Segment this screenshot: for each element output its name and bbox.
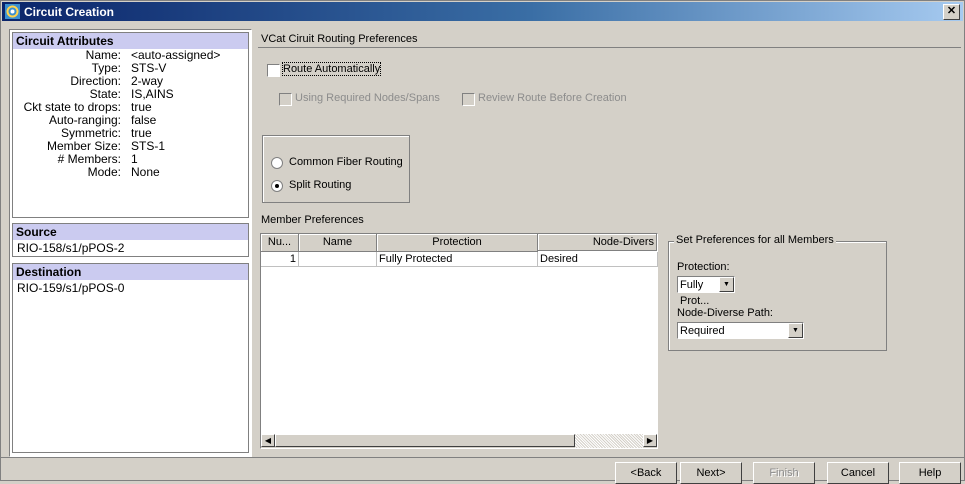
node-diverse-path-label: Node-Diverse Path:	[677, 307, 773, 319]
chevron-down-icon[interactable]: ▼	[719, 277, 734, 292]
route-automatically-label[interactable]: Route Automatically	[281, 62, 382, 76]
routing-preferences-header: VCat Ciruit Routing Preferences	[258, 33, 961, 48]
column-header-number[interactable]: Nu...	[261, 234, 299, 252]
circuit-attributes-heading: Circuit Attributes	[13, 33, 248, 49]
source-section: Source RIO-158/s1/pPOS-2	[12, 223, 249, 257]
scroll-left-icon[interactable]: ◀	[261, 434, 275, 447]
node-diverse-path-value: Required	[680, 325, 725, 337]
member-preferences-label: Member Preferences	[261, 214, 364, 226]
circuit-summary-pane: Circuit Attributes Name: <auto-assigned> T…	[9, 29, 252, 457]
using-required-checkbox[interactable]	[279, 93, 292, 106]
common-fiber-radio[interactable]	[271, 157, 283, 169]
review-route-label: Review Route Before Creation	[478, 92, 627, 104]
close-icon[interactable]: ✕	[943, 4, 960, 20]
using-required-label: Using Required Nodes/Spans	[295, 92, 440, 104]
split-routing-label: Split Routing	[289, 179, 352, 191]
member-preferences-table: Nu... Name Protection Node-Divers 1 Full…	[260, 233, 658, 449]
table-cell-protection[interactable]: Fully Protected	[377, 252, 538, 267]
chevron-down-icon[interactable]: ▼	[788, 323, 803, 338]
horizontal-scrollbar[interactable]: ◀ ▶	[261, 434, 657, 448]
column-header-name[interactable]: Name	[299, 234, 377, 252]
scrollbar-thumb[interactable]	[275, 434, 575, 447]
common-fiber-label: Common Fiber Routing	[289, 156, 403, 168]
split-routing-radio[interactable]	[271, 180, 283, 192]
routing-mode-group: Common Fiber Routing Split Routing	[262, 135, 410, 203]
destination-section: Destination RIO-159/s1/pPOS-0	[12, 263, 249, 453]
table-cell-number[interactable]: 1	[261, 252, 299, 267]
destination-heading: Destination	[13, 264, 248, 280]
attribute-list: Name: <auto-assigned> Type: STS-V Direction:…	[13, 49, 248, 179]
set-preferences-group: Set Preferences for all Members Protecti…	[668, 234, 887, 351]
app-icon	[5, 4, 20, 19]
scrollbar-track[interactable]	[575, 434, 643, 448]
column-header-protection[interactable]: Protection	[377, 234, 538, 252]
table-cell-name[interactable]	[299, 252, 377, 267]
protection-dropdown-value: Fully Prot...	[680, 279, 710, 307]
radio-selected-dot	[275, 184, 279, 188]
circuit-attributes-section: Circuit Attributes Name: <auto-assigned> T…	[12, 32, 249, 218]
circuit-creation-window: Circuit Creation ✕ Circuit Attributes Na…	[0, 0, 965, 484]
title-bar[interactable]: Circuit Creation ✕	[2, 2, 963, 21]
review-route-checkbox[interactable]	[462, 93, 475, 106]
table-cell-node-diverse[interactable]: Desired	[538, 252, 658, 267]
source-value: RIO-158/s1/pPOS-2	[17, 241, 125, 255]
routing-preferences-pane: VCat Ciruit Routing Preferences Route Au…	[258, 29, 961, 455]
attribute-row: Mode: None	[13, 166, 248, 179]
attribute-value: None	[131, 165, 160, 179]
column-header-node-diverse[interactable]: Node-Divers	[538, 234, 657, 251]
route-automatically-checkbox[interactable]	[267, 64, 280, 77]
protection-label: Protection:	[677, 261, 730, 273]
protection-dropdown[interactable]: Fully Prot... ▼	[677, 276, 735, 307]
node-diverse-path-dropdown[interactable]: Required ▼	[677, 322, 804, 339]
set-preferences-title: Set Preferences for all Members	[674, 234, 836, 246]
scroll-right-icon[interactable]: ▶	[643, 434, 657, 447]
window-title: Circuit Creation	[24, 5, 115, 19]
wizard-button-bar: <Back Next> Finish Cancel Help	[1, 457, 964, 484]
destination-value: RIO-159/s1/pPOS-0	[17, 281, 125, 295]
source-heading: Source	[13, 224, 248, 240]
attribute-key: Mode:	[87, 165, 121, 179]
